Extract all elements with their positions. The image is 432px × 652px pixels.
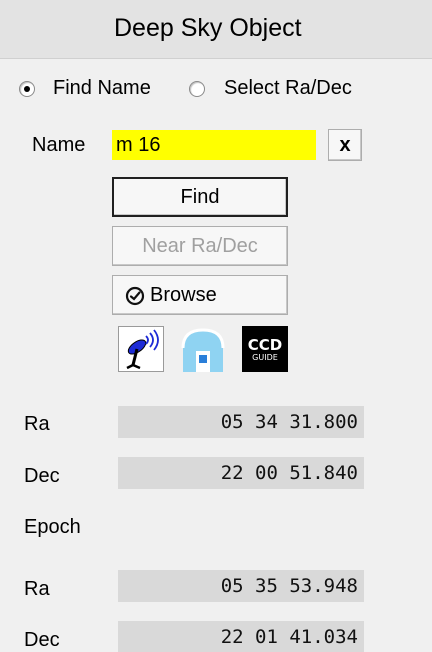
ccd-icon-text-top: CCD bbox=[248, 336, 282, 354]
dec-label: Dec bbox=[24, 465, 60, 487]
deep-sky-object-panel: Deep Sky Object Find Name Select Ra/Dec … bbox=[0, 0, 432, 652]
find-name-radio[interactable] bbox=[19, 81, 35, 97]
browse-button[interactable]: Browse bbox=[112, 275, 288, 315]
ccd-icon-text-bottom: GUIDE bbox=[252, 353, 278, 362]
epoch-ra-value: 05 35 53.948 bbox=[118, 570, 364, 602]
epoch-dec-value: 22 01 41.034 bbox=[118, 621, 364, 652]
ccd-guide-icon: CCD GUIDE bbox=[242, 326, 288, 372]
ccd-guide-button[interactable]: CCD GUIDE bbox=[242, 326, 288, 372]
name-label: Name bbox=[32, 134, 86, 156]
select-radec-radio[interactable] bbox=[189, 81, 205, 97]
find-button[interactable]: Find bbox=[112, 177, 288, 217]
browse-button-label: Browse bbox=[150, 284, 217, 306]
near-radec-button[interactable]: Near Ra/Dec bbox=[112, 226, 288, 266]
observatory-dome-button[interactable] bbox=[180, 326, 226, 372]
ra-value: 05 34 31.800 bbox=[118, 406, 364, 438]
browse-gauge-icon bbox=[125, 286, 145, 306]
panel-title: Deep Sky Object bbox=[114, 14, 302, 42]
observatory-dome-icon bbox=[180, 326, 226, 372]
clear-name-button[interactable]: x bbox=[328, 129, 362, 161]
find-name-label[interactable]: Find Name bbox=[53, 77, 151, 100]
ra-label: Ra bbox=[24, 413, 50, 435]
name-input[interactable] bbox=[112, 130, 316, 160]
telescope-antenna-button[interactable] bbox=[118, 326, 164, 372]
epoch-label: Epoch bbox=[24, 516, 81, 538]
telescope-antenna-icon bbox=[119, 327, 163, 371]
panel-title-bar: Deep Sky Object bbox=[0, 0, 432, 59]
epoch-ra-label: Ra bbox=[24, 578, 50, 600]
epoch-dec-label: Dec bbox=[24, 629, 60, 651]
select-radec-label[interactable]: Select Ra/Dec bbox=[224, 77, 352, 100]
dec-value: 22 00 51.840 bbox=[118, 457, 364, 489]
